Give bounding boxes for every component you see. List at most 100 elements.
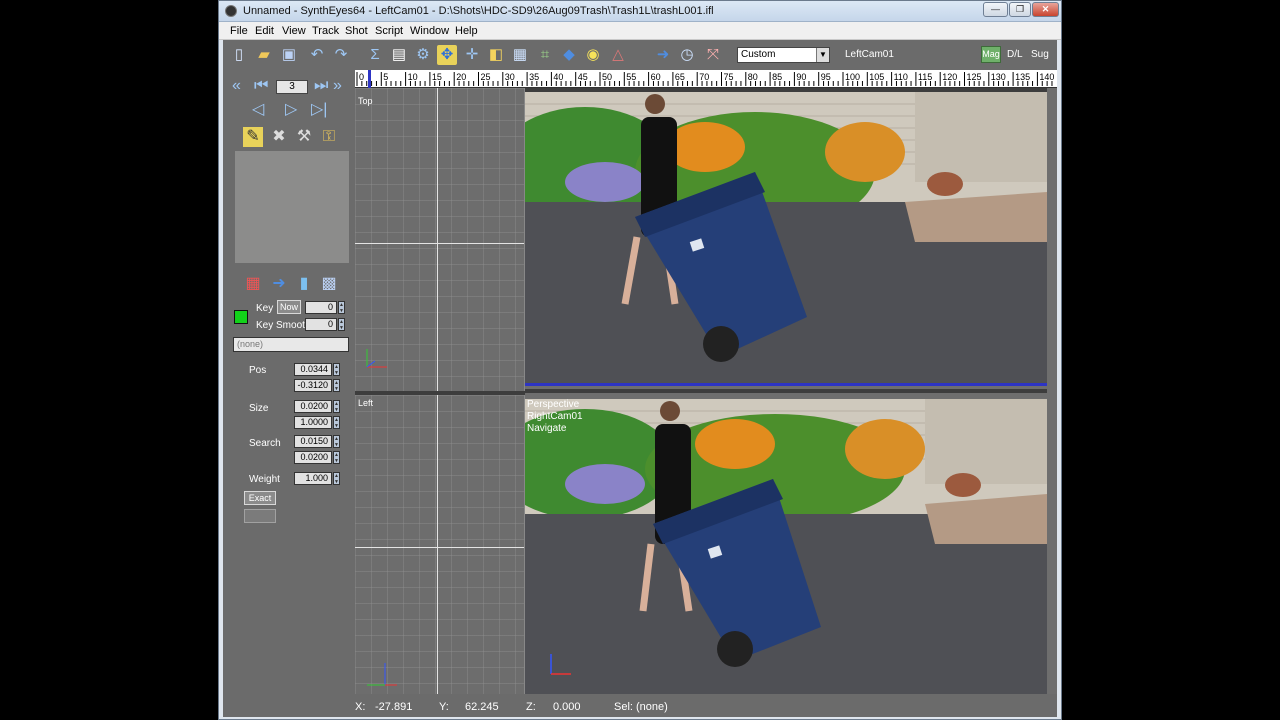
timeline-tick-label: 50 — [602, 72, 612, 82]
weight-field[interactable]: 1.000 — [294, 472, 332, 485]
search-h-spinner[interactable]: ▲ ▼ — [333, 451, 340, 464]
menu-help[interactable]: Help — [455, 25, 478, 37]
tracker-paw-icon[interactable]: ✥ — [437, 45, 457, 65]
camera-label: LeftCam01 — [845, 49, 894, 60]
clock-icon[interactable]: ◷ — [677, 45, 697, 65]
key-now-button[interactable]: Now — [277, 300, 301, 314]
maximize-button[interactable]: ❐ — [1009, 2, 1031, 17]
play-icon[interactable]: ▷ — [285, 101, 297, 119]
current-frame-marker[interactable] — [368, 70, 371, 88]
rewind-icon[interactable]: « — [232, 77, 241, 95]
timeline-tick-label: 135 — [1015, 72, 1030, 82]
key-smooth-field[interactable]: 0 — [305, 318, 337, 331]
close-button[interactable]: ✕ — [1032, 2, 1059, 17]
lightbulb-icon[interactable]: ◉ — [583, 45, 603, 65]
preset-select[interactable]: Custom ▼ — [737, 47, 830, 63]
menu-edit[interactable]: Edit — [255, 25, 274, 37]
tracker-name-field[interactable]: (none) — [233, 337, 349, 352]
prev-key-icon[interactable]: ◁ — [252, 101, 264, 119]
gear-icon[interactable]: ⚙ — [413, 45, 433, 65]
fast-forward-icon[interactable]: » — [333, 77, 342, 95]
window-title: Unnamed - SynthEyes64 - LeftCam01 - D:\S… — [243, 5, 714, 17]
tracker-color-swatch[interactable] — [234, 310, 248, 324]
shape-icon[interactable]: △ — [608, 45, 628, 65]
frame-number-field[interactable]: 3 — [276, 80, 308, 94]
layout-icon[interactable]: ▩ — [319, 274, 339, 294]
hammer-icon[interactable]: ⚒ — [294, 127, 314, 147]
delete-icon[interactable]: ✖ — [269, 127, 289, 147]
timeline-tick-label: 40 — [553, 72, 563, 82]
solve-sigma-icon[interactable]: Σ — [365, 45, 385, 65]
pos-x-field[interactable]: 0.0344 — [294, 363, 332, 376]
axis-gizmo-icon — [366, 349, 387, 368]
perspective-frame-image — [525, 399, 1047, 694]
redo-icon[interactable]: ↷ — [331, 45, 351, 65]
arrow-right-icon[interactable]: ➜ — [269, 274, 289, 294]
size-w-field[interactable]: 0.0200 — [294, 400, 332, 413]
size-w-spinner[interactable]: ▲ ▼ — [333, 400, 340, 413]
pos-y-spinner[interactable]: ▲ ▼ — [333, 379, 340, 392]
save-icon[interactable]: ▣ — [279, 45, 299, 65]
exact-button[interactable]: Exact — [244, 491, 276, 505]
search-h-field[interactable]: 0.0200 — [294, 451, 332, 464]
clip-icon[interactable]: ◧ — [486, 45, 506, 65]
viewport-top[interactable]: Top — [355, 88, 525, 391]
timeline-tick-label: 10 — [408, 72, 418, 82]
preset-value: Custom — [741, 49, 776, 60]
new-file-icon[interactable]: ▯ — [229, 45, 249, 65]
viewport-left[interactable]: Left — [355, 395, 525, 694]
menu-file[interactable]: File — [230, 25, 248, 37]
arrow-right-icon[interactable]: ➜ — [653, 45, 673, 65]
search-w-spinner[interactable]: ▲ ▼ — [333, 435, 340, 448]
lock-icon[interactable]: ⚿ — [319, 127, 339, 147]
calculator-icon[interactable]: ▦ — [510, 45, 530, 65]
chevron-down-icon[interactable]: ▼ — [816, 48, 829, 62]
timeline-bar[interactable]: 0 5 10 15 20 25 30 35 40 45 50 55 60 65 70 75 80 85 90 95 10… — [355, 70, 1057, 88]
step-back-icon[interactable]: ⏮ — [254, 77, 268, 95]
graph-icon[interactable]: ⌗ — [535, 45, 555, 65]
key-field[interactable]: 0 — [305, 301, 337, 314]
minimize-button[interactable]: — — [983, 2, 1008, 17]
menu-script[interactable]: Script — [375, 25, 403, 37]
camera-viewport-main[interactable] — [525, 92, 1047, 386]
menu-track[interactable]: Track — [312, 25, 339, 37]
create-tracker-icon[interactable]: ✎ — [243, 127, 263, 147]
color-grid-icon[interactable]: ▦ — [243, 274, 263, 294]
mag-button[interactable]: Mag — [981, 46, 1001, 63]
key-spinner[interactable]: ▲ ▼ — [338, 301, 345, 314]
key-smooth-spinner[interactable]: ▲ ▼ — [338, 318, 345, 331]
dl-button[interactable]: D/L — [1007, 49, 1023, 60]
step-forward-icon[interactable]: ⏭ — [314, 77, 328, 95]
coord-y-label: Y: — [439, 701, 449, 713]
search-w-field[interactable]: 0.0150 — [294, 435, 332, 448]
pos-y-field[interactable]: -0.3120 — [294, 379, 332, 392]
menu-view[interactable]: View — [282, 25, 306, 37]
menu-window[interactable]: Window — [410, 25, 449, 37]
viewport-splitter[interactable] — [525, 389, 1047, 393]
menu-shot[interactable]: Shot — [345, 25, 368, 37]
size-h-spinner[interactable]: ▲ ▼ — [333, 416, 340, 429]
weight-label: Weight — [249, 474, 280, 485]
timeline-tick-label: 130 — [991, 72, 1006, 82]
tracker-preview — [235, 151, 349, 263]
coord-z-label: Z: — [526, 701, 536, 713]
move-icon[interactable]: ✛ — [462, 45, 482, 65]
timeline-tick-label: 25 — [481, 72, 491, 82]
undo-icon[interactable]: ↶ — [307, 45, 327, 65]
sug-button[interactable]: Sug — [1031, 49, 1049, 60]
capsule-icon[interactable]: ▮ — [294, 274, 314, 294]
next-key-icon[interactable]: ▷| — [311, 101, 327, 119]
camera-viewport-perspective[interactable]: Perspective RightCam01 Navigate — [525, 399, 1047, 694]
title-bar[interactable]: Unnamed - SynthEyes64 - LeftCam01 - D:\S… — [219, 1, 1061, 22]
main-area: ▯ ▰ ▣ ↶ ↷ Σ ▤ ⚙ ✥ ✛ ◧ ▦ ⌗ ◆ ◉ △ ➜ ◷ ⤧ Cu… — [223, 40, 1057, 717]
axis-gizmo-icon — [367, 663, 397, 686]
size-h-field[interactable]: 1.0000 — [294, 416, 332, 429]
cube-icon[interactable]: ◆ — [559, 45, 579, 65]
open-folder-icon[interactable]: ▰ — [254, 45, 274, 65]
weight-spinner[interactable]: ▲ ▼ — [333, 472, 340, 485]
fit-view-icon[interactable]: ⤧ — [703, 45, 723, 65]
camera-view-icon[interactable]: ▤ — [389, 45, 409, 65]
timeline-tick-label: 0 — [359, 72, 364, 82]
timeline-tick-label: 115 — [918, 72, 932, 82]
pos-x-spinner[interactable]: ▲ ▼ — [333, 363, 340, 376]
